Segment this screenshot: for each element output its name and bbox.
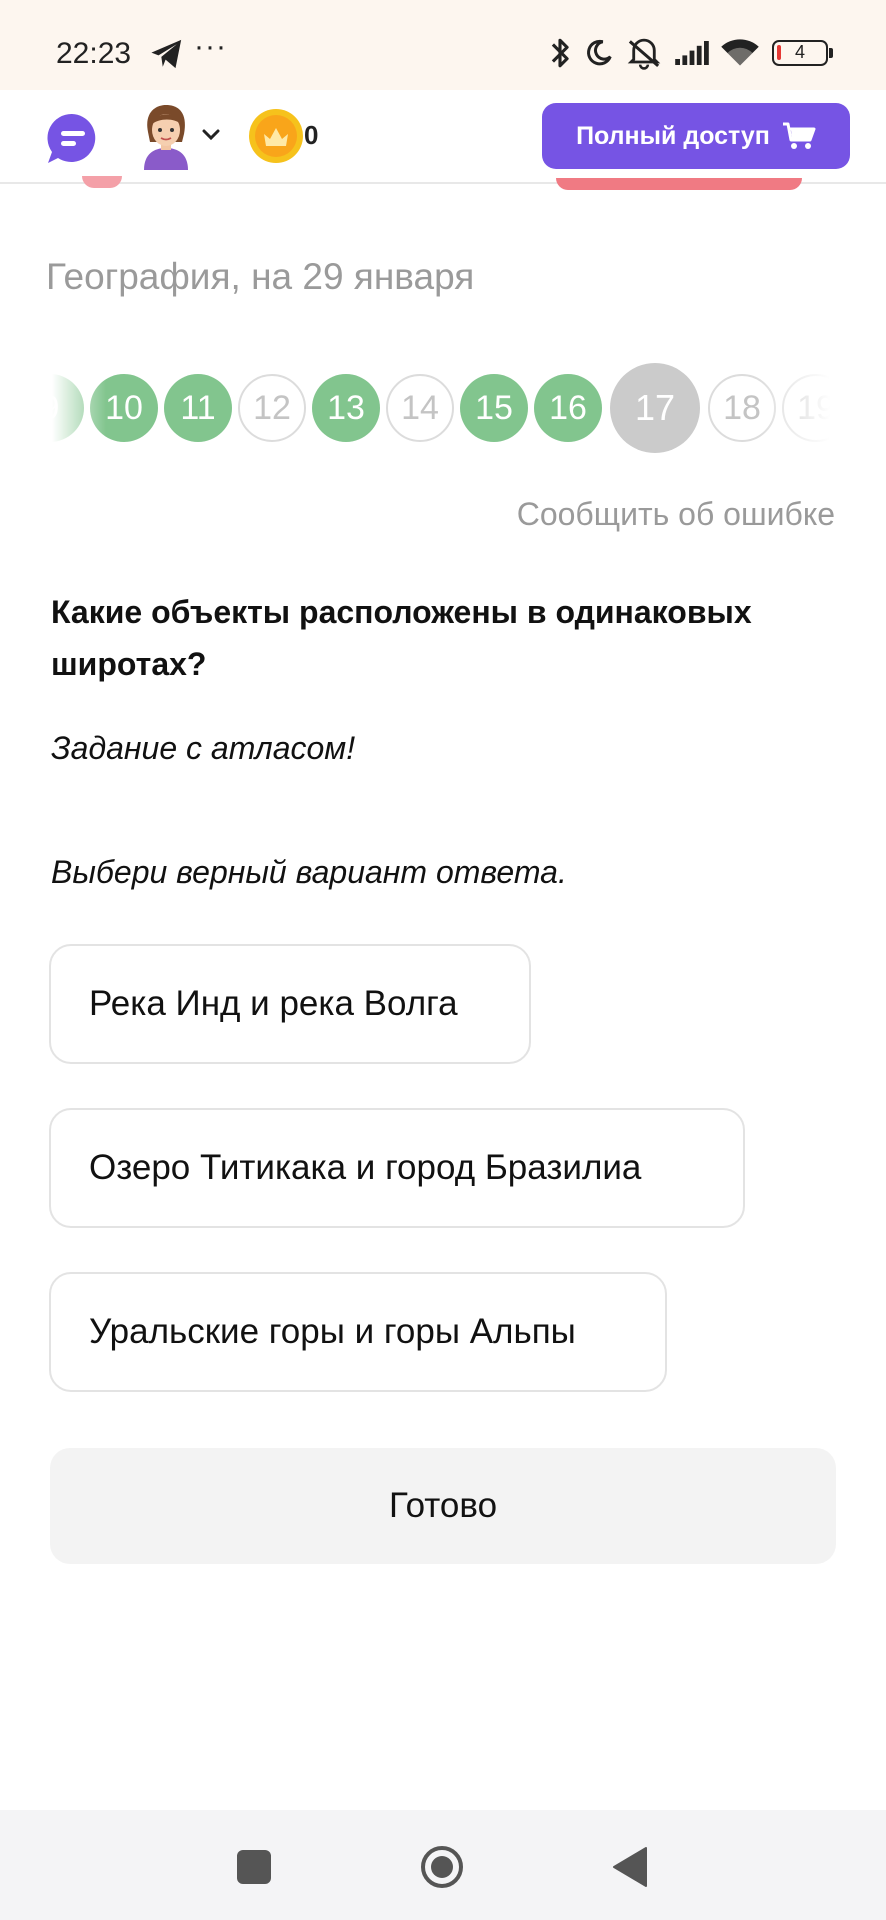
question-number-14[interactable]: 14 — [386, 374, 454, 442]
done-button[interactable]: Готово — [50, 1448, 836, 1564]
home-icon[interactable] — [420, 1845, 464, 1889]
battery-level: 4 — [794, 42, 805, 62]
answer-option[interactable]: Озеро Титикака и город Бразилиа — [49, 1108, 745, 1228]
instruction-note: Выбери верный вариант ответа. — [51, 854, 567, 890]
atlas-note: Задание с атласом! — [51, 730, 356, 766]
question-number-12[interactable]: 12 — [238, 374, 306, 442]
system-nav-bar — [0, 1810, 886, 1920]
status-time: 22:23 — [56, 37, 132, 70]
back-icon[interactable] — [612, 1846, 648, 1888]
report-error-link[interactable]: Сообщить об ошибке — [517, 496, 835, 533]
bluetooth-icon — [551, 38, 569, 68]
cart-icon — [782, 122, 816, 149]
recent-apps-icon[interactable] — [237, 1850, 271, 1884]
battery-tip — [829, 48, 833, 58]
coin-count: 0 — [304, 120, 319, 150]
chat-logo-icon[interactable] — [44, 110, 100, 166]
scrolled-indicator-dot — [82, 176, 122, 188]
more-notifications-icon: ··· — [194, 30, 227, 63]
question-number-16[interactable]: 16 — [534, 374, 602, 442]
full-access-label: Полный доступ — [576, 121, 770, 150]
pager-fade-left — [46, 360, 106, 456]
scrolled-banner-edge — [556, 178, 802, 190]
avatar[interactable] — [136, 102, 196, 170]
answer-option[interactable]: Уральские горы и горы Альпы — [49, 1272, 667, 1392]
telegram-icon — [151, 39, 182, 69]
chevron-down-icon[interactable] — [202, 128, 220, 142]
full-access-button[interactable]: Полный доступ — [542, 103, 850, 169]
question-number-15[interactable]: 15 — [460, 374, 528, 442]
battery-icon: 4 — [772, 40, 828, 66]
wifi-icon — [721, 39, 759, 66]
moon-icon — [587, 39, 612, 66]
pager-fade-right — [758, 360, 838, 456]
app-header: 0 Полный доступ — [0, 90, 886, 184]
signal-icon — [675, 41, 709, 65]
page-title: География, на 29 января — [46, 256, 475, 297]
mute-icon — [627, 38, 661, 70]
answer-option[interactable]: Река Инд и река Волга — [49, 944, 531, 1064]
question-pager-track: 910111213141516171819 — [46, 360, 838, 456]
coin-icon — [249, 109, 303, 163]
status-bar: 22:23 ··· 4 — [0, 0, 886, 90]
question-number-17[interactable]: 17 — [610, 363, 700, 453]
question-number-13[interactable]: 13 — [312, 374, 380, 442]
question-text: Какие объекты расположены в одинаковых ш… — [51, 594, 752, 682]
question-number-11[interactable]: 11 — [164, 374, 232, 442]
question-pager: 910111213141516171819 — [46, 360, 838, 456]
